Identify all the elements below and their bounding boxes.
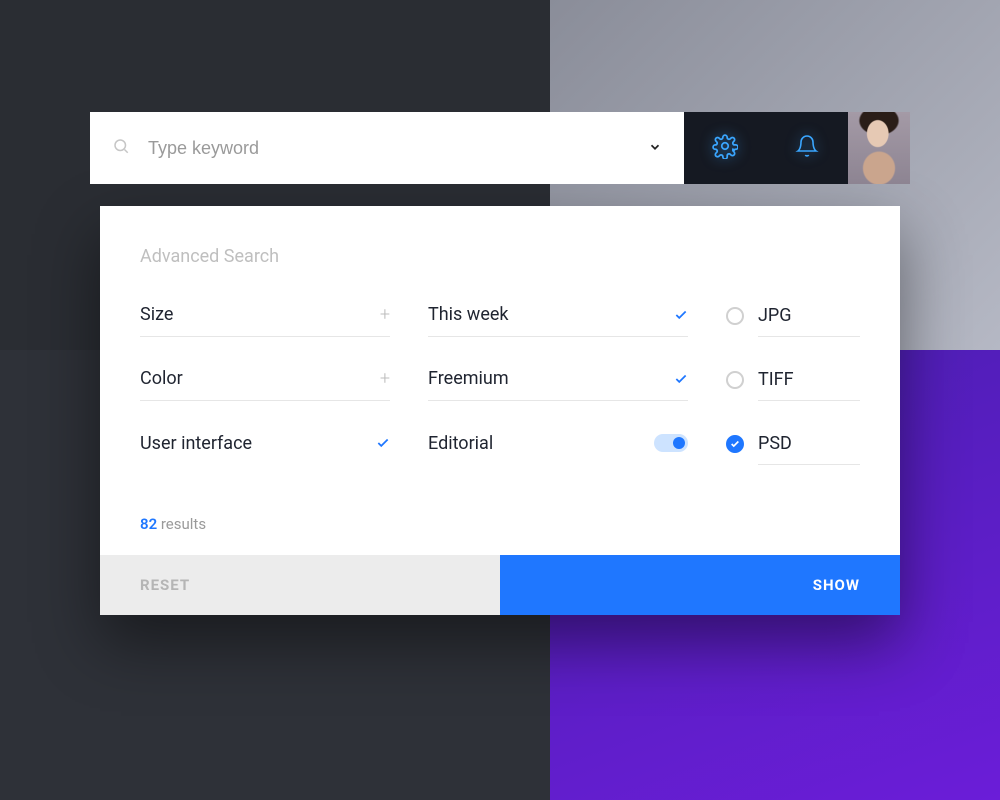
filter-label: Color (140, 368, 366, 389)
chevron-down-icon[interactable] (648, 139, 662, 158)
filter-label: This week (428, 304, 664, 325)
search-icon (112, 137, 130, 159)
advanced-search-panel: Advanced Search Size + This week J (100, 206, 900, 615)
check-icon (366, 436, 390, 450)
plus-icon: + (380, 368, 390, 389)
search-bar[interactable] (90, 112, 684, 184)
show-button[interactable]: SHOW (500, 555, 900, 615)
filter-grid: Size + This week JPG Color (140, 303, 860, 465)
gear-icon (712, 133, 738, 163)
filter-size[interactable]: Size + (140, 303, 390, 337)
format-label: TIFF (758, 367, 860, 401)
plus-icon: + (380, 304, 390, 325)
results-word: results (157, 515, 206, 533)
format-psd[interactable]: PSD (726, 431, 860, 465)
results-number: 82 (140, 515, 157, 533)
search-input[interactable] (148, 138, 630, 159)
check-icon (664, 372, 688, 386)
format-tiff[interactable]: TIFF (726, 367, 860, 401)
filter-editorial[interactable]: Editorial (428, 431, 688, 465)
radio-checked-icon (726, 435, 744, 453)
topbar (90, 112, 910, 184)
format-label: PSD (758, 431, 860, 465)
filter-label: Editorial (428, 433, 654, 454)
filter-label: Freemium (428, 368, 664, 389)
radio-icon (726, 307, 744, 325)
filter-time-range[interactable]: This week (428, 303, 688, 337)
reset-button[interactable]: RESET (100, 555, 500, 615)
check-icon (664, 308, 688, 322)
avatar[interactable] (848, 112, 910, 184)
format-label: JPG (758, 303, 860, 337)
format-jpg[interactable]: JPG (726, 303, 860, 337)
filter-pricing[interactable]: Freemium (428, 367, 688, 401)
bell-icon (795, 134, 819, 162)
filter-category[interactable]: User interface (140, 431, 390, 465)
filter-label: User interface (140, 433, 366, 454)
notifications-button[interactable] (766, 112, 848, 184)
toggle-switch[interactable] (654, 434, 688, 452)
filter-label: Size (140, 304, 366, 325)
panel-title: Advanced Search (140, 246, 860, 267)
results-count: 82 results (140, 515, 860, 533)
panel-actions: RESET SHOW (100, 555, 900, 615)
filter-color[interactable]: Color + (140, 367, 390, 401)
settings-button[interactable] (684, 112, 766, 184)
app-shell: Advanced Search Size + This week J (90, 112, 910, 615)
toggle-knob (673, 437, 685, 449)
radio-icon (726, 371, 744, 389)
